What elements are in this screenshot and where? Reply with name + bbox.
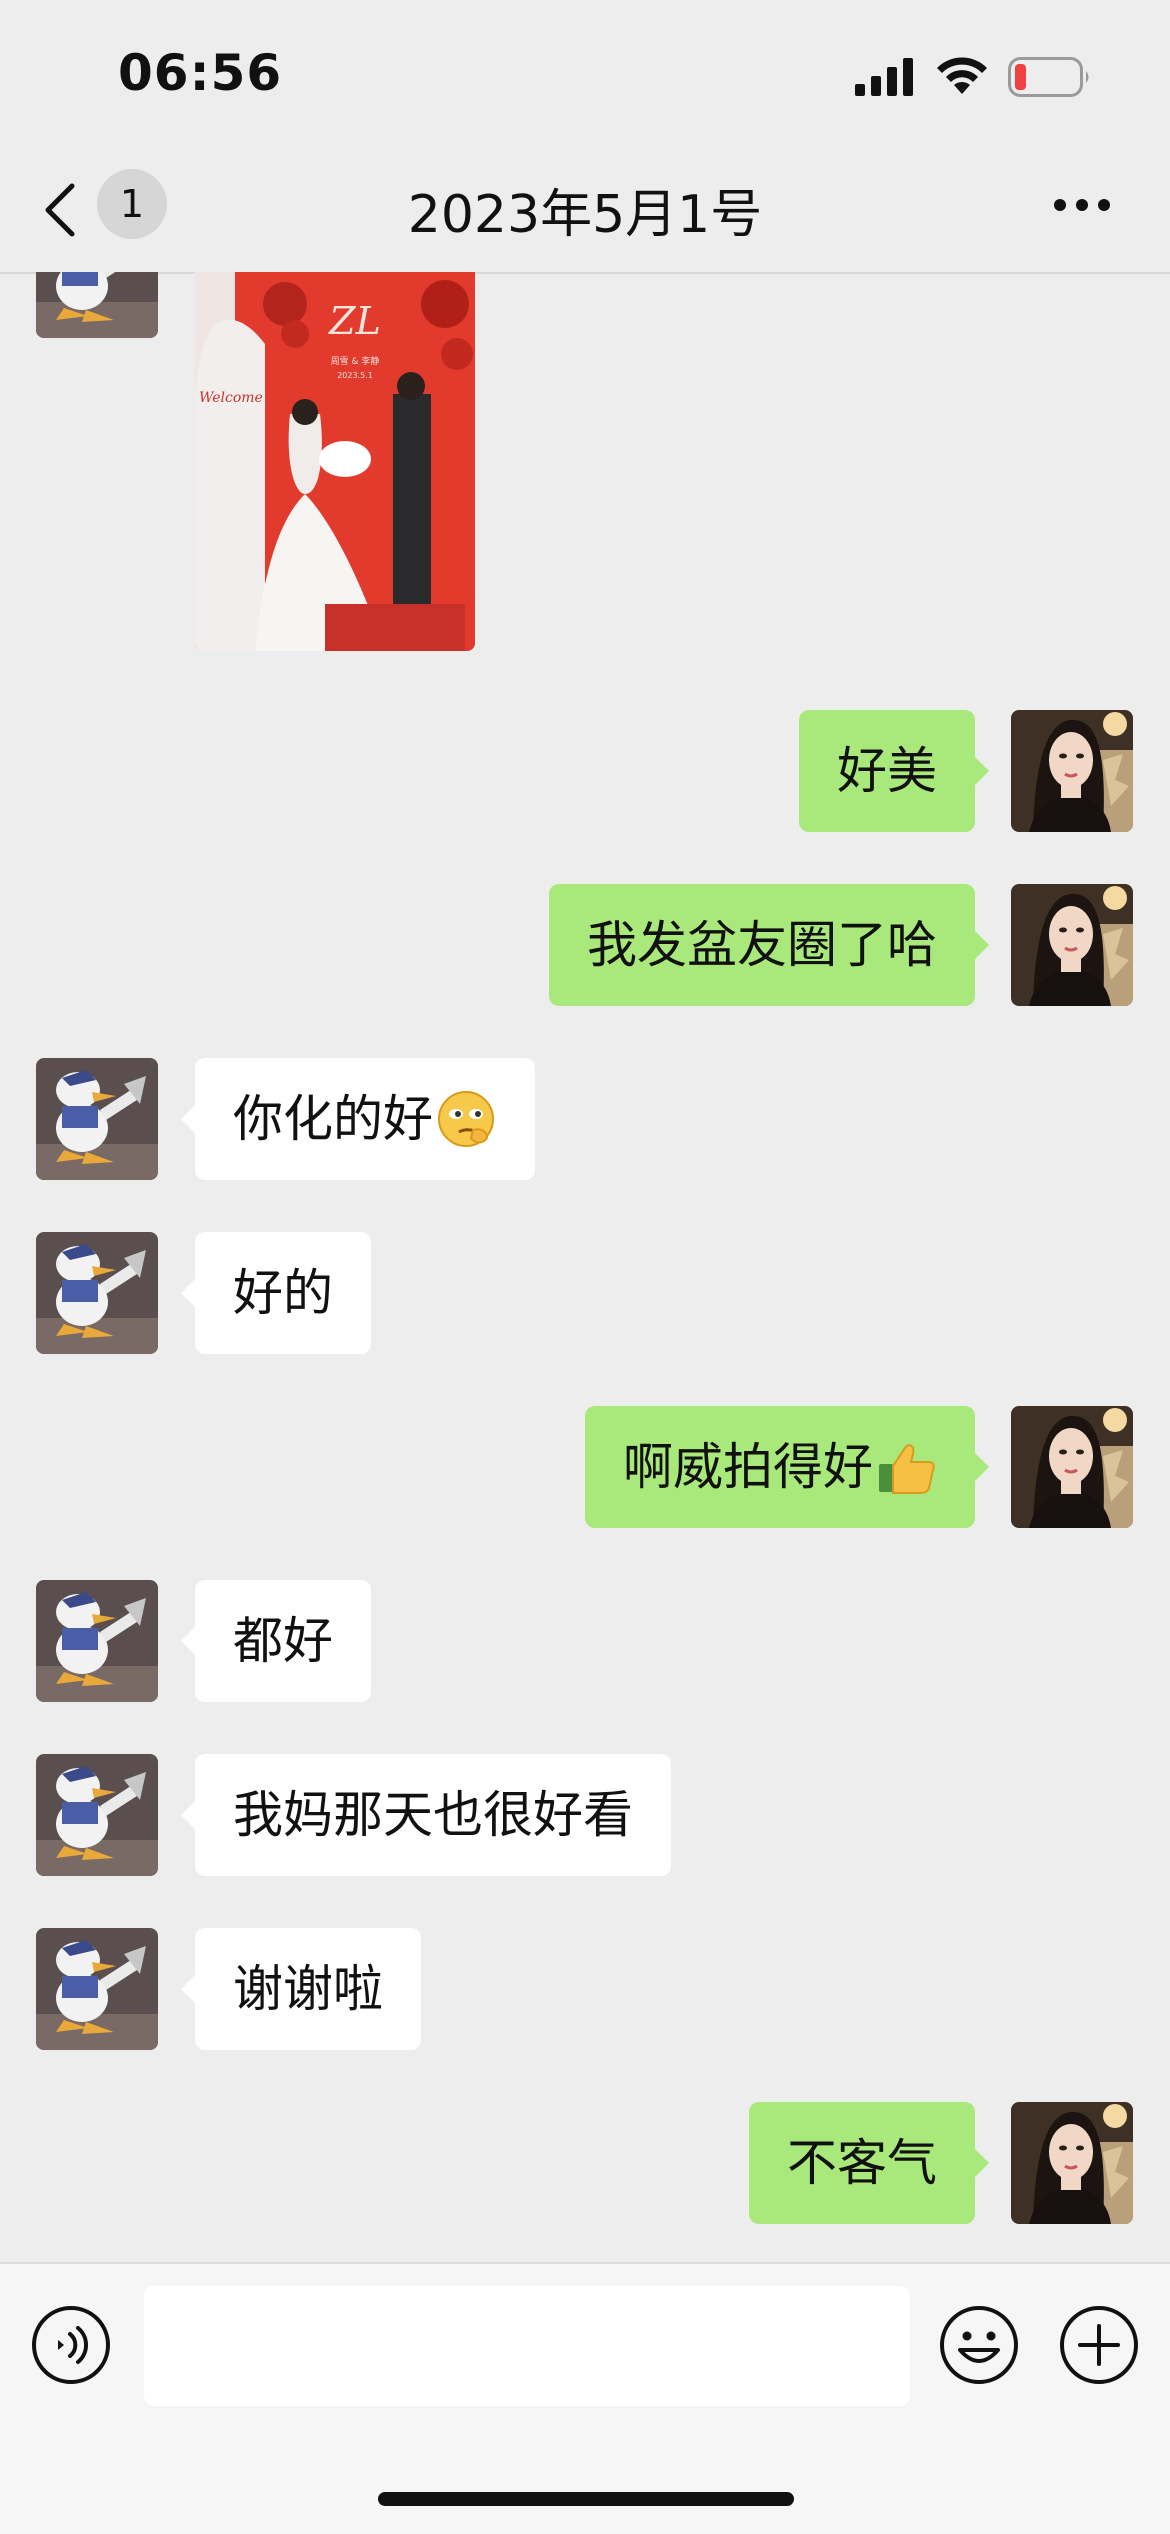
- received-message-bubble[interactable]: 谢谢啦: [181, 1928, 421, 2050]
- my-avatar[interactable]: [1011, 2102, 1133, 2224]
- sent-message-bubble[interactable]: 不客气: [749, 2102, 989, 2224]
- message-text: 好美: [837, 742, 937, 800]
- message-row: 谢谢啦: [0, 1928, 1170, 2050]
- cellular-signal-icon: [855, 58, 913, 96]
- photo-welcome-sign: Welcome: [199, 390, 263, 406]
- message-text: 啊威拍得好: [623, 1438, 873, 1496]
- received-message-bubble[interactable]: 都好: [181, 1580, 371, 1702]
- message-text: 我妈那天也很好看: [233, 1786, 633, 1844]
- message-row: 啊威拍得好: [0, 1406, 1170, 1528]
- message-text: 都好: [233, 1612, 333, 1670]
- sent-message-bubble[interactable]: 好美: [799, 710, 989, 832]
- thumbs-up-emoji-icon: [879, 1443, 935, 1494]
- battery-low-icon: [1008, 57, 1089, 97]
- message-text: 不客气: [787, 2134, 937, 2192]
- input-bar: [0, 2262, 1170, 2534]
- wedding-photo-image: ZL 周雪 & 李静 2023.5.1 Welcome: [195, 272, 475, 651]
- voice-input-icon[interactable]: [30, 2304, 112, 2386]
- chat-title: 2023年5月1号: [407, 185, 763, 245]
- add-attachment-icon[interactable]: [1058, 2304, 1140, 2386]
- message-list[interactable]: ZL 周雪 & 李静 2023.5.1 Welcome 好美 我发盆友圈了哈 你…: [0, 272, 1170, 2260]
- message-input[interactable]: [144, 2286, 910, 2406]
- message-row: 都好: [0, 1580, 1170, 1702]
- received-message-bubble[interactable]: 你化的好: [181, 1058, 535, 1180]
- photo-date: 2023.5.1: [337, 371, 373, 380]
- status-time: 06:56: [118, 44, 283, 102]
- smirk-emoji-icon: [438, 1090, 494, 1147]
- emoji-picker-icon[interactable]: [938, 2304, 1020, 2386]
- wifi-icon: [937, 57, 987, 94]
- message-row: 我妈那天也很好看: [0, 1754, 1170, 1876]
- message-row: 不客气: [0, 2102, 1170, 2224]
- contact-avatar[interactable]: [36, 1754, 158, 1876]
- message-row: 你化的好: [0, 1058, 1170, 1180]
- wedding-photo-message[interactable]: ZL 周雪 & 李静 2023.5.1 Welcome: [195, 272, 475, 651]
- my-avatar[interactable]: [1011, 710, 1133, 832]
- received-message-bubble[interactable]: 我妈那天也很好看: [181, 1754, 671, 1876]
- contact-avatar[interactable]: [36, 272, 158, 338]
- contact-avatar[interactable]: [36, 1232, 158, 1354]
- message-text: 谢谢啦: [233, 1960, 383, 2018]
- my-avatar[interactable]: [1011, 884, 1133, 1006]
- chat-header: 1 2023年5月1号: [0, 150, 1170, 274]
- message-text: 你化的好: [233, 1090, 433, 1148]
- message-text: 好的: [233, 1264, 333, 1322]
- received-message-bubble[interactable]: 好的: [181, 1232, 371, 1354]
- message-row: 好的: [0, 1232, 1170, 1354]
- home-indicator[interactable]: [378, 2492, 794, 2506]
- message-text: 我发盆友圈了哈: [587, 916, 937, 974]
- sent-message-bubble[interactable]: 我发盆友圈了哈: [549, 884, 989, 1006]
- my-avatar[interactable]: [1011, 1406, 1133, 1528]
- photo-caption: 周雪 & 李静: [331, 355, 380, 367]
- photo-message-row: ZL 周雪 & 李静 2023.5.1 Welcome: [0, 272, 1170, 651]
- more-options-icon[interactable]: [1052, 195, 1112, 215]
- contact-avatar[interactable]: [36, 1928, 158, 2050]
- message-row: 我发盆友圈了哈: [0, 884, 1170, 1006]
- message-row: 好美: [0, 710, 1170, 832]
- photo-monogram: ZL: [328, 299, 381, 343]
- contact-avatar[interactable]: [36, 1058, 158, 1180]
- contact-avatar[interactable]: [36, 1580, 158, 1702]
- status-bar: 06:56: [0, 0, 1170, 150]
- sent-message-bubble[interactable]: 啊威拍得好: [585, 1406, 989, 1528]
